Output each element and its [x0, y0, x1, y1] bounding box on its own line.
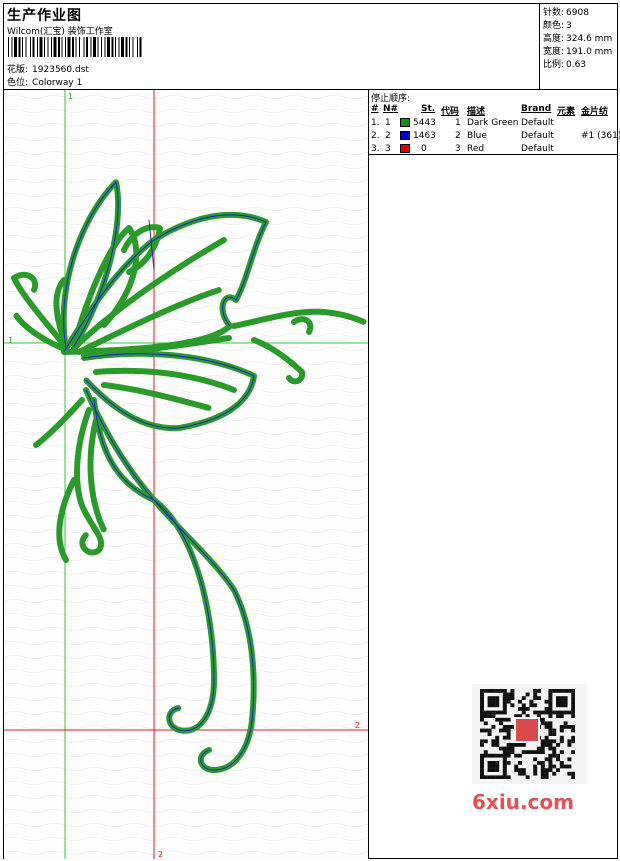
- stop-sequence-panel: 停止顺序: # N# St. 代码 描述 Brand 元素 金片纺 1. 1 5…: [369, 90, 620, 859]
- color-swatch: [400, 144, 410, 153]
- watermark-logo: 6xiu.com: [472, 790, 574, 814]
- production-sheet: 生产作业图 Wilcom(汇宝) 装饰工作室 花版: 1923560.dst 色位…: [3, 3, 620, 859]
- barcode-icon: [8, 37, 142, 57]
- sheet-header: 生产作业图 Wilcom(汇宝) 装饰工作室 花版: 1923560.dst 色位…: [4, 4, 617, 90]
- qr-code-area: [472, 684, 587, 784]
- stat-scale: 比例: 0.63: [543, 60, 587, 70]
- design-value: 1923560.dst: [32, 65, 89, 75]
- col-code: 代码: [441, 107, 460, 117]
- color-swatch: [400, 118, 410, 127]
- guide-label-green-top: 1: [68, 92, 73, 101]
- col-sequin: 金片纺: [581, 107, 609, 117]
- stat-height: 高度: 324.6 mm: [543, 34, 613, 44]
- guide-label-red-right: 2: [355, 721, 360, 730]
- stop-sequence-title: 停止顺序:: [371, 94, 411, 104]
- guide-label-red-bottom: 2: [158, 850, 163, 859]
- col-element: 元素: [557, 107, 576, 117]
- colorway-value: Colorway 1: [32, 78, 83, 88]
- sheet-title: 生产作业图: [7, 8, 82, 24]
- color-swatch: [400, 131, 410, 140]
- design-preview: 1 1 2 2: [4, 90, 369, 859]
- header-info: 生产作业图 Wilcom(汇宝) 装饰工作室 花版: 1923560.dst 色位…: [4, 4, 540, 89]
- col-needle: N#: [383, 104, 399, 114]
- table-row: 2. 2 1463 2 Blue Default #1 (361): [371, 131, 620, 141]
- colorway-label: 色位:: [7, 78, 29, 88]
- col-brand: Brand: [521, 104, 552, 114]
- design-label: 花版:: [7, 65, 29, 75]
- col-description: 描述: [467, 107, 486, 117]
- seal-stamp-icon: [514, 717, 540, 743]
- col-index: #: [371, 104, 379, 114]
- colorway: 色位: Colorway 1: [7, 75, 82, 88]
- stat-colors: 颜色: 3: [543, 21, 572, 31]
- stop-sequence-table: 停止顺序: # N# St. 代码 描述 Brand 元素 金片纺 1. 1 5…: [369, 90, 620, 155]
- company-name: Wilcom(汇宝) 装饰工作室: [7, 27, 113, 37]
- guide-label-green-left: 1: [8, 336, 13, 345]
- table-row: 1. 1 5443 1 Dark Green Default: [371, 118, 554, 128]
- col-stitches: St.: [421, 104, 436, 114]
- design-stats: 针数: 6908 颜色: 3 高度: 324.6 mm 宽度: 191.0 mm 比例:…: [540, 4, 617, 89]
- table-row: 3. 3 0 3 Red Default: [371, 144, 554, 154]
- design-file: 花版: 1923560.dst: [7, 62, 89, 75]
- embroidery-preview: 1 1 2 2: [4, 90, 368, 859]
- stat-width: 宽度: 191.0 mm: [543, 47, 613, 57]
- stat-stitches: 针数: 6908: [543, 8, 589, 18]
